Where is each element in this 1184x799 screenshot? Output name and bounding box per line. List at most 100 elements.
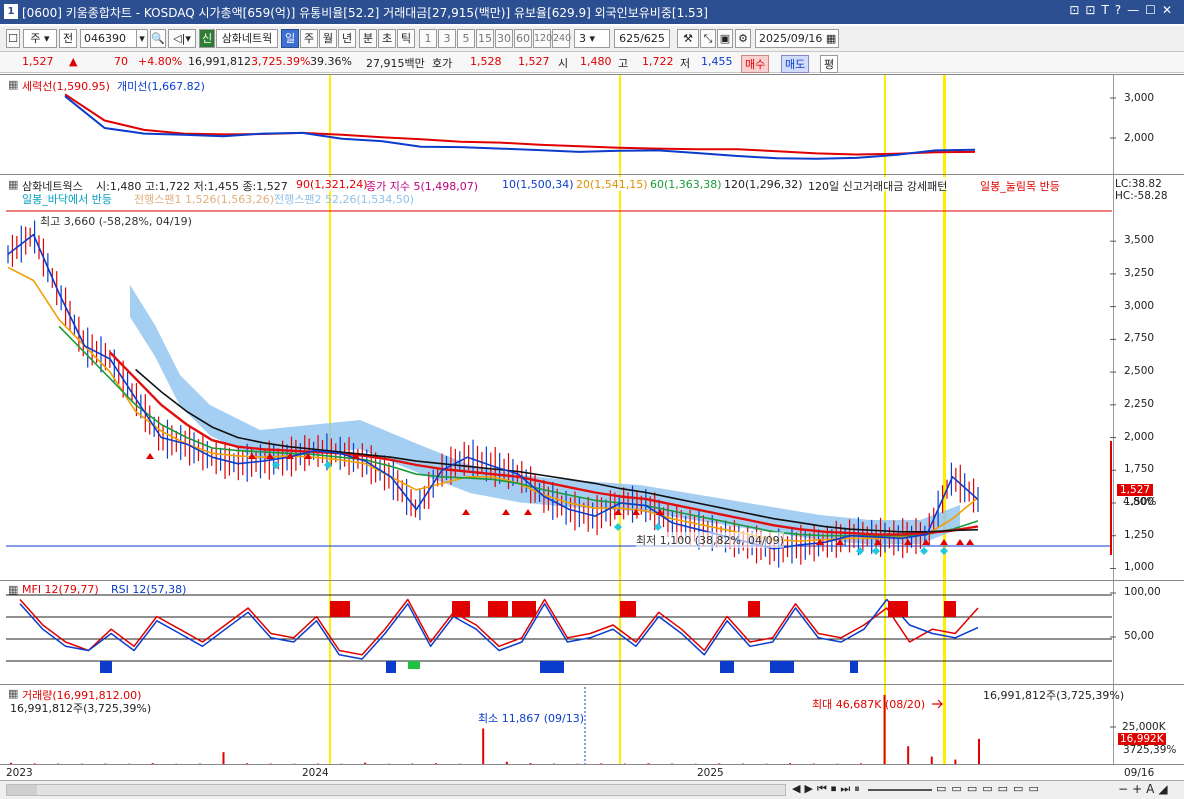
sin-button[interactable]: 신 — [199, 29, 215, 48]
zoom-buttons: −+A◢ — [1118, 782, 1172, 796]
rebound-signal-marker — [920, 547, 928, 555]
force-tick: 3,000 — [1124, 92, 1155, 104]
price-tick: 3,500 — [1124, 234, 1155, 247]
code-dropdown-icon[interactable]: ▾ — [136, 29, 148, 48]
calendar-icon[interactable]: ▦ — [826, 32, 836, 45]
sell-button[interactable]: 매도 — [781, 55, 810, 73]
mfi-tick: 50,00 — [1124, 630, 1155, 642]
interval-240[interactable]: 240 — [552, 29, 571, 48]
price-tick: 3,000 — [1124, 299, 1155, 312]
prev-button[interactable]: 전 — [59, 29, 77, 48]
tab-year[interactable]: 년 — [338, 29, 356, 48]
period-select[interactable]: 주 ▾ — [23, 29, 57, 48]
price-change-pct: +4.80% — [138, 55, 183, 68]
buy-signal-arrow — [956, 539, 964, 545]
hoga-label: 호가 — [432, 57, 453, 70]
tab-second[interactable]: 초 — [378, 29, 396, 48]
zoom-in-icon[interactable]: + — [1132, 782, 1146, 796]
zoom-icon-3[interactable]: ▭ — [967, 782, 982, 795]
max-price-label: 최고 3,660 (-58,28%, 04/19) — [40, 215, 192, 228]
stop-icon[interactable]: ⏹ — [831, 782, 841, 795]
resize-grip-icon[interactable]: ◢ — [1158, 782, 1171, 796]
title-bar: 1 [0600] 키움종합차트 - KOSDAQ 시가총액[659(억)] 유통… — [0, 0, 1184, 24]
zoom-icon-5[interactable]: ▭ — [998, 782, 1013, 795]
scroll-left-icon[interactable]: ◀ — [792, 782, 804, 795]
interval-60[interactable]: 60 — [514, 29, 532, 48]
volume-chart — [10, 687, 1116, 765]
force-panel[interactable]: ▦ 세력선(1,590.95) 개미선(1,667.82) 3,000 2,00… — [0, 74, 1184, 174]
page-value: 625 — [619, 32, 641, 45]
ichimoku-cloud — [130, 285, 960, 545]
zoom-icon-6[interactable]: ▭ — [1013, 782, 1028, 795]
tab-week[interactable]: 주 — [300, 29, 318, 48]
count-select[interactable]: 3 ▾ — [574, 29, 610, 48]
tab-month[interactable]: 월 — [319, 29, 337, 48]
font-size-icon[interactable]: A — [1146, 782, 1158, 796]
first-icon[interactable]: ⏮ — [817, 782, 831, 795]
price-panel[interactable]: ▦ 삼화네트웍스 시:1,480 고:1,722 저:1,455 종:1,527… — [0, 174, 1184, 580]
chart-icon[interactable]: ⤡ — [700, 29, 716, 48]
buy-button[interactable]: 매수 — [741, 55, 770, 73]
bid-price: 1,527 — [518, 55, 550, 68]
checkbox-icon[interactable]: ☐ — [6, 29, 20, 48]
volume-pct: 3,725.39% — [251, 55, 311, 68]
pause-icon[interactable]: ⏸ — [854, 782, 864, 795]
pin-icon[interactable]: ⊡ — [1085, 3, 1101, 17]
high-price: 1,722 — [642, 55, 674, 68]
volume-bar — [930, 756, 933, 764]
tools-icon[interactable]: ⚒ — [677, 29, 699, 48]
maximize-icon[interactable]: ☐ — [1145, 3, 1162, 17]
gear-icon[interactable]: ⚙ — [735, 29, 751, 48]
oversold-fill — [408, 661, 420, 669]
zoom-icon-1[interactable]: ▭ — [936, 782, 951, 795]
stock-code-input[interactable]: 046390 — [80, 29, 138, 48]
save-icon[interactable]: ▣ — [717, 29, 733, 48]
zoom-slider[interactable] — [868, 789, 932, 791]
tab-day[interactable]: 일 — [281, 29, 299, 48]
buy-signal-arrow — [146, 453, 154, 459]
interval-1[interactable]: 1 — [419, 29, 437, 48]
interval-120[interactable]: 120 — [533, 29, 552, 48]
zoom-icon-7[interactable]: ▭ — [1028, 782, 1043, 795]
stock-name-field[interactable]: 삼화네트웍 — [216, 29, 278, 48]
force-series-line — [64, 93, 976, 156]
window-controls: ⊡⊡T?—☐✕ — [1069, 3, 1178, 17]
tab-tick[interactable]: 틱 — [397, 29, 415, 48]
font-icon[interactable]: T — [1101, 3, 1114, 17]
tab-minute[interactable]: 분 — [359, 29, 377, 48]
volume-bar — [883, 694, 886, 764]
scroll-bar[interactable]: ◀▶⏮⏹⏭⏸ ▭▭▭▭▭▭▭ −+A◢ — [0, 780, 1184, 799]
zoom-icon-4[interactable]: ▭ — [982, 782, 997, 795]
overbought-fill — [330, 601, 350, 617]
interval-3[interactable]: 3 — [438, 29, 456, 48]
scroll-track[interactable] — [6, 784, 786, 796]
restore-icon[interactable]: ⊡ — [1069, 3, 1085, 17]
last-icon[interactable]: ⏭ — [840, 782, 854, 795]
mfi-panel[interactable]: ▦ MFI 12(79,77) RSI 12(57,38) 100,00 50,… — [0, 580, 1184, 684]
window-title: [0600] 키움종합차트 - KOSDAQ 시가총액[659(억)] 유통비율… — [22, 6, 708, 20]
zoom-out-icon[interactable]: − — [1118, 782, 1132, 796]
scroll-thumb[interactable] — [7, 785, 37, 795]
count-select-value: 3 — [579, 32, 586, 45]
page-counter: 625/625 — [614, 29, 670, 48]
eval-button[interactable]: 평 — [820, 55, 839, 73]
search-icon[interactable]: 🔍 — [150, 29, 166, 48]
volume-panel[interactable]: ▦ 거래량(16,991,812.00) 16,991,812주(3,725,3… — [0, 684, 1184, 765]
interval-15[interactable]: 15 — [476, 29, 494, 48]
trade-volume: 16,991,812 — [188, 55, 251, 68]
scroll-right-icon[interactable]: ▶ — [804, 782, 816, 795]
minimize-icon[interactable]: — — [1127, 3, 1145, 17]
help-icon[interactable]: ? — [1115, 3, 1127, 17]
date-input[interactable]: 2025/09/16 ▦ — [755, 29, 839, 48]
current-price: 1,527 — [22, 55, 54, 68]
interval-30[interactable]: 30 — [495, 29, 513, 48]
close-icon[interactable]: ✕ — [1162, 3, 1178, 17]
speaker-icon[interactable]: ◁|▾ — [168, 29, 196, 48]
toolbar: ☐ 주 ▾ 전 046390 ▾ 🔍 ◁|▾ 신 삼화네트웍 일 주 월 년 분… — [0, 26, 1184, 52]
interval-5[interactable]: 5 — [457, 29, 475, 48]
date-value: 2025/09/16 — [759, 32, 823, 45]
period-select-value: 주 — [30, 32, 41, 45]
low-price: 1,455 — [701, 55, 733, 68]
overbought-fill — [888, 601, 908, 617]
zoom-icon-2[interactable]: ▭ — [951, 782, 966, 795]
